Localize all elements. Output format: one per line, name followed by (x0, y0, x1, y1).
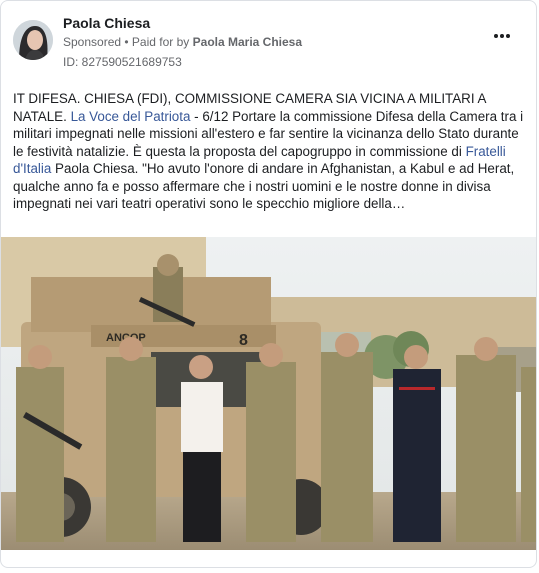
author-name[interactable]: Paola Chiesa (63, 15, 150, 31)
post-body-part3: Paola Chiesa. "Ho avuto l'onore di andar… (13, 161, 515, 211)
avatar-photo (13, 20, 53, 60)
avatar[interactable] (13, 20, 53, 60)
more-options-icon[interactable] (494, 31, 514, 41)
paid-for-by-label: • Paid for by (124, 35, 190, 49)
ad-id: ID: 827590521689753 (63, 55, 182, 69)
payer-name[interactable]: Paola Maria Chiesa (193, 35, 302, 49)
vehicle-number-label: 8 (239, 332, 248, 349)
link-la-voce-del-patriota[interactable]: La Voce del Patriota (71, 109, 191, 124)
ad-card: Paola Chiesa Sponsored • Paid for by Pao… (0, 0, 537, 568)
post-photo[interactable]: ANCOP 8 (1, 237, 537, 550)
sponsored-label: Sponsored (63, 35, 122, 49)
sponsor-line: Sponsored • Paid for by Paola Maria Chie… (63, 35, 302, 49)
post-body: IT DIFESA. CHIESA (FDI), COMMISSIONE CAM… (13, 90, 527, 213)
